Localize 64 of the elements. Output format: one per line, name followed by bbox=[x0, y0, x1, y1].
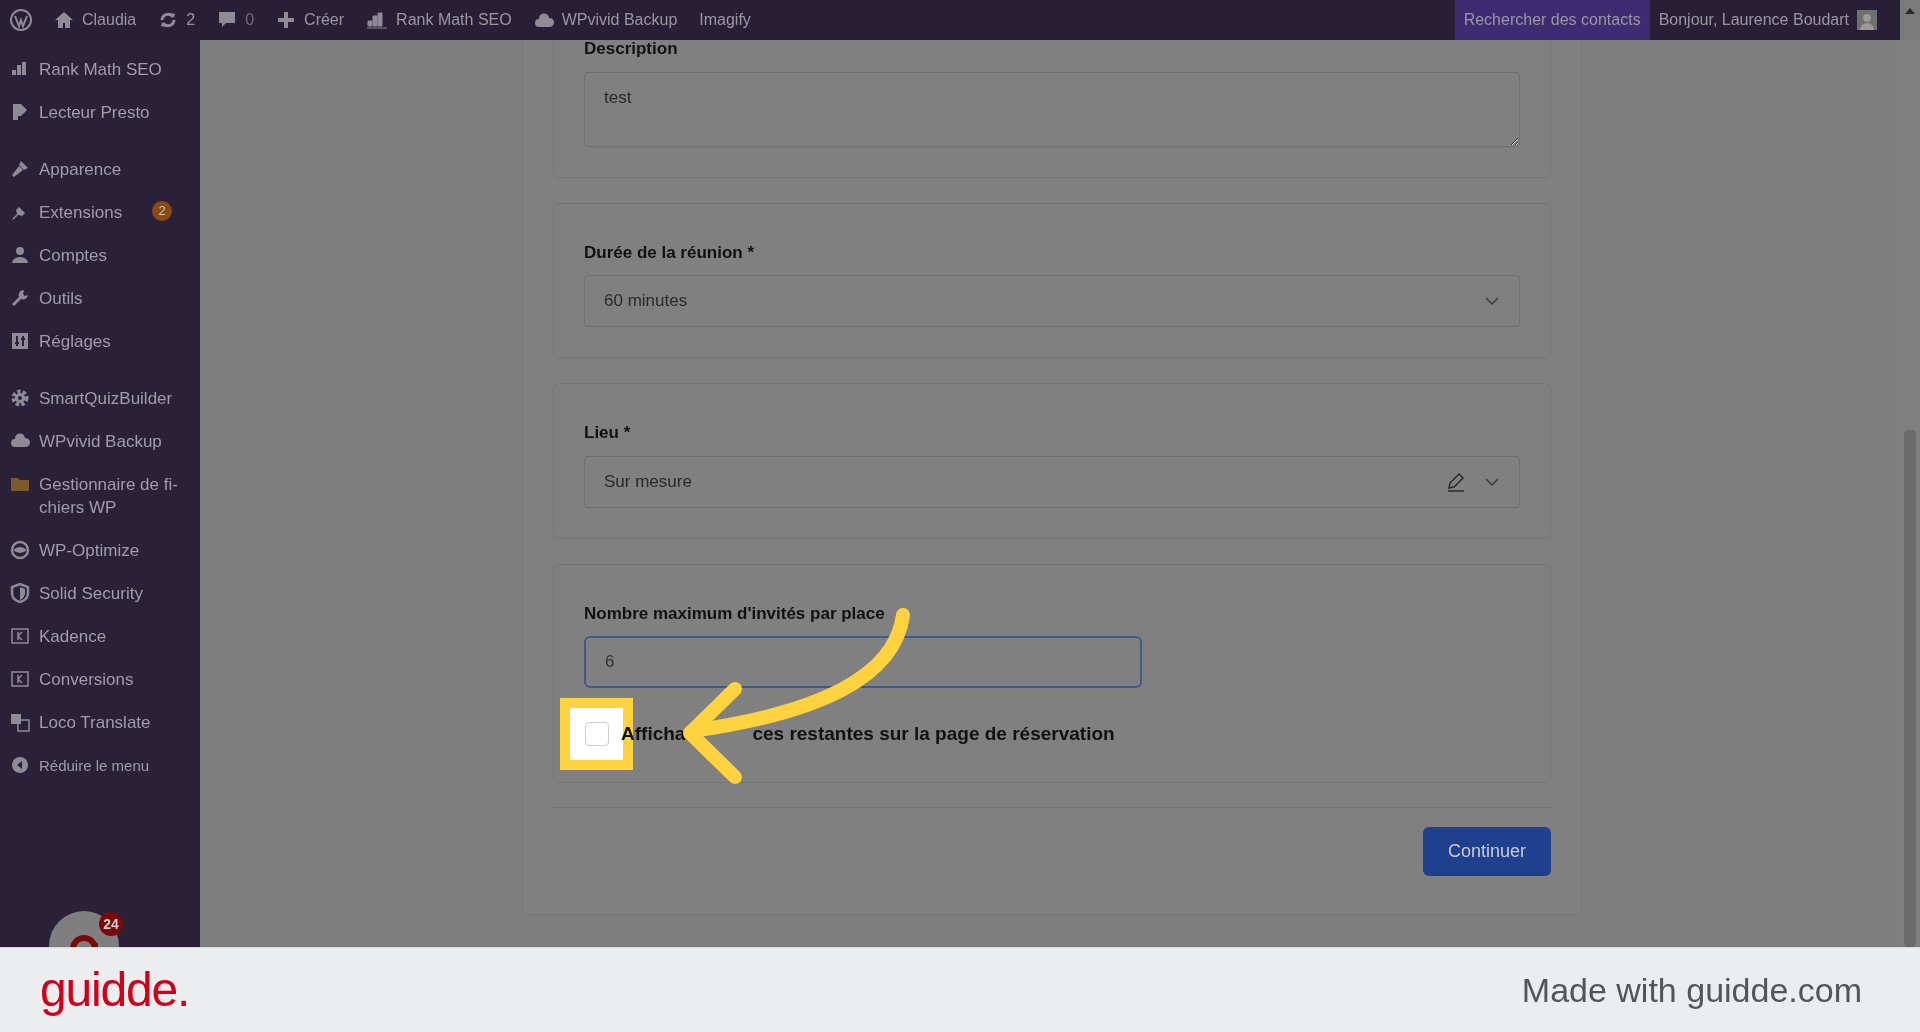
wrench-icon bbox=[10, 288, 30, 308]
contacts-search-link[interactable]: Rechercher des contacts bbox=[1454, 0, 1650, 40]
account-menu[interactable]: Bonjour, Laurence Boudart bbox=[1649, 0, 1886, 40]
pencil-icon bbox=[1446, 471, 1466, 492]
duration-select[interactable]: 60 minutes bbox=[584, 275, 1520, 327]
field-label: Durée de la réunion * bbox=[584, 241, 756, 264]
sidebar-item[interactable]: Outils bbox=[0, 277, 200, 320]
made-with-note: Made with guidde.com bbox=[1521, 969, 1862, 1011]
toolbar-link[interactable]: WPvivid Backup bbox=[533, 8, 678, 32]
guidde-logo: guidde. bbox=[40, 962, 190, 1018]
toolbar-link[interactable]: Imagify bbox=[699, 8, 751, 32]
site-link[interactable]: Claudia bbox=[54, 8, 137, 32]
sidebar-item[interactable]: SmartQuizBuilder bbox=[0, 377, 200, 420]
field-label: Nombre maximum d'invités par place bbox=[584, 602, 886, 625]
sidebar-item[interactable]: Rank Math SEO bbox=[0, 48, 200, 91]
new-link[interactable]: Créer bbox=[276, 8, 345, 32]
toolbar-link[interactable]: Rank Math SEO bbox=[366, 8, 512, 32]
guests-input[interactable]: 6 bbox=[584, 636, 1142, 688]
framed-k-icon bbox=[10, 626, 30, 646]
field-label: Lieu * bbox=[584, 422, 632, 444]
eye-icon bbox=[10, 540, 30, 560]
scrollbar-thumb[interactable] bbox=[1904, 430, 1916, 947]
framed-k-icon bbox=[10, 669, 30, 689]
sidebar-item[interactable]: WP-Optimize bbox=[0, 529, 200, 572]
continue-button[interactable]: Continuer bbox=[1422, 827, 1551, 876]
wordpress-logo-icon[interactable] bbox=[10, 9, 32, 31]
sidebar-item[interactable]: Comptes bbox=[0, 234, 200, 277]
sidebar-item[interactable]: Réduire le menu bbox=[0, 744, 200, 787]
avatar-icon bbox=[1857, 10, 1877, 30]
updates-link[interactable]: 2 bbox=[158, 8, 196, 32]
field-label: Description bbox=[584, 40, 679, 60]
user-icon bbox=[10, 245, 30, 265]
cloud-icon bbox=[533, 11, 554, 29]
sliders-icon bbox=[10, 331, 30, 351]
shield-icon bbox=[10, 583, 30, 603]
brush-icon bbox=[10, 159, 30, 179]
collapse-icon bbox=[10, 755, 30, 775]
comment-icon bbox=[217, 10, 238, 30]
sidebar-item[interactable]: Solid Security bbox=[0, 572, 200, 615]
checkbox-label: ces restantes sur la page de réservation bbox=[752, 721, 1115, 746]
location-select[interactable]: Sur mesure bbox=[584, 455, 1520, 508]
sidebar-item[interactable]: Réglages bbox=[0, 320, 200, 363]
remaining-places-checkbox[interactable] bbox=[584, 722, 609, 746]
gear-icon bbox=[10, 388, 30, 408]
plus-icon bbox=[276, 10, 297, 30]
sidebar-item[interactable]: Loco Translate bbox=[0, 701, 200, 744]
sidebar-item[interactable]: Gestionnaire de fi-chiers WP bbox=[0, 463, 200, 529]
bar-chart-icon bbox=[366, 10, 389, 30]
chevron-down-icon bbox=[1484, 476, 1500, 487]
sidebar-item[interactable]: Conversions bbox=[0, 658, 200, 701]
notification-badge: 24 bbox=[99, 912, 123, 936]
count-badge: 2 bbox=[152, 201, 172, 221]
play-icon bbox=[10, 102, 30, 122]
sidebar-item[interactable]: Extensions 2 bbox=[0, 191, 200, 234]
chevron-down-icon bbox=[1484, 296, 1500, 306]
translate-icon bbox=[10, 712, 30, 732]
comments-link[interactable]: 0 bbox=[217, 8, 255, 32]
home-icon bbox=[54, 10, 74, 30]
scroll-up-icon[interactable] bbox=[1900, 0, 1920, 40]
sidebar-item[interactable]: Apparence bbox=[0, 148, 200, 191]
description-textarea[interactable]: test bbox=[584, 71, 1520, 147]
sidebar-item[interactable]: Kadence bbox=[0, 615, 200, 658]
sidebar-item[interactable]: WPvivid Backup bbox=[0, 420, 200, 463]
sidebar-item[interactable]: Lecteur Presto bbox=[0, 91, 200, 134]
